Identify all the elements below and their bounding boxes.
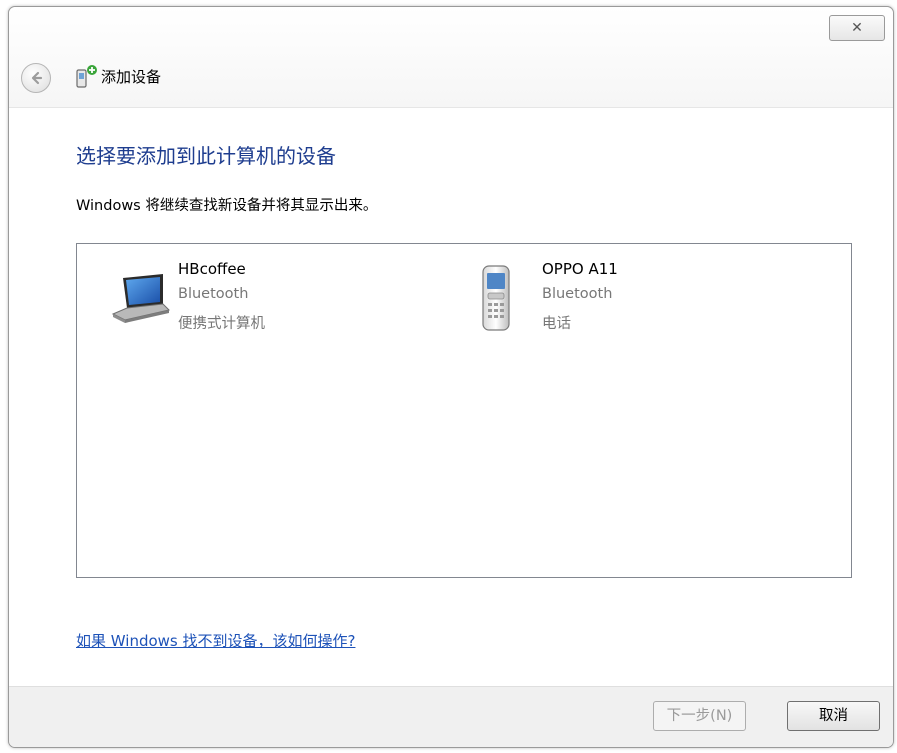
device-category: 便携式计算机 [178,316,265,332]
device-category: 电话 [542,316,571,332]
back-arrow-icon [31,71,43,85]
add-device-icon [76,65,97,88]
device-item-oppo-a11[interactable]: OPPO A11 Bluetooth 电话 [469,258,829,338]
main-content: 选择要添加到此计算机的设备 Windows 将继续查找新设备并将其显示出来。 H… [9,108,893,688]
device-connection-type: Bluetooth [178,286,249,302]
laptop-icon [111,274,170,323]
back-button[interactable] [21,63,51,93]
help-link[interactable]: 如果 Windows 找不到设备，该如何操作? [76,630,355,651]
window-title: 添加设备 [101,68,162,86]
close-button[interactable]: ✕ [829,15,885,41]
footer-bar: 下一步(N) 取消 [9,686,893,747]
add-device-window: ✕ 添加设备 选择要添加到此计算机的设备 Windows 将继续查找新设备并将其… [8,6,894,748]
device-name: OPPO A11 [542,260,618,278]
title-bar: ✕ 添加设备 [9,7,893,108]
close-icon: ✕ [851,20,863,36]
cancel-button[interactable]: 取消 [787,701,880,731]
device-item-hbcoffee[interactable]: HBcoffee Bluetooth 便携式计算机 [105,258,465,338]
page-subtext: Windows 将继续查找新设备并将其显示出来。 [76,198,378,214]
device-name: HBcoffee [178,260,246,278]
page-heading: 选择要添加到此计算机的设备 [76,144,336,168]
device-connection-type: Bluetooth [542,286,613,302]
phone-icon [482,265,510,331]
device-list: HBcoffee Bluetooth 便携式计算机 OPPO A11 Bluet… [76,243,852,578]
next-button[interactable]: 下一步(N) [653,701,746,731]
